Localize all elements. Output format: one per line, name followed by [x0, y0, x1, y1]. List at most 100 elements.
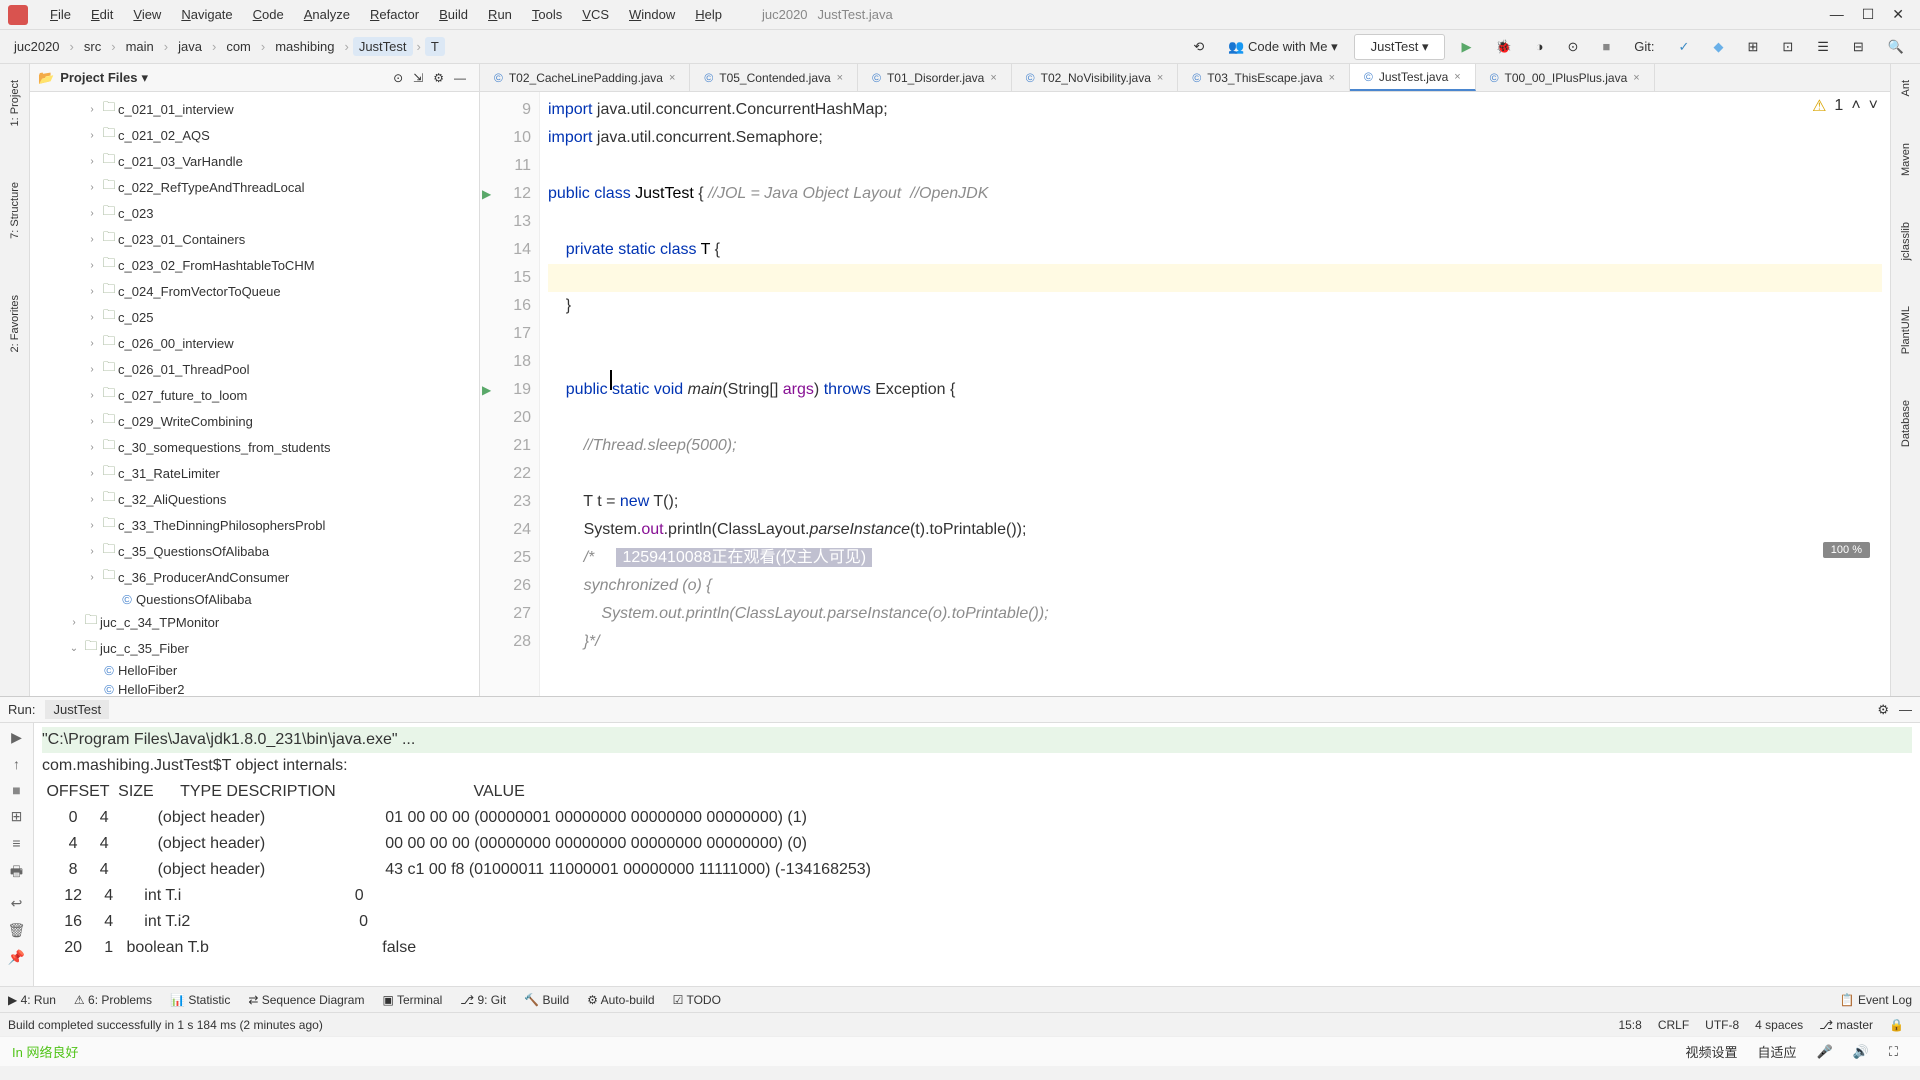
code-line[interactable]: T t = new T(); [548, 488, 1882, 516]
line-number[interactable]: 16 [484, 292, 531, 320]
tab-eventlog[interactable]: 📋 Event Log [1840, 993, 1912, 1007]
editor-tab[interactable]: ©T02_CacheLinePadding.java× [480, 64, 690, 91]
tab-git[interactable]: ⎇ 9: Git [460, 993, 506, 1007]
tab-sequence[interactable]: ⇄ Sequence Diagram [248, 993, 364, 1007]
right-tab-plantuml[interactable]: PlantUML [1898, 298, 1914, 362]
line-number[interactable]: 19▶ [484, 376, 531, 404]
chevron-icon[interactable]: › [84, 572, 100, 583]
chevron-icon[interactable]: › [84, 520, 100, 531]
search-icon[interactable]: 🔍 [1880, 35, 1912, 59]
tree-file[interactable]: ©HelloFiber2 [30, 680, 479, 696]
code-line[interactable] [548, 264, 1882, 292]
left-tab-project[interactable]: 1: Project [7, 72, 23, 134]
code-line[interactable]: synchronized (o) { [548, 572, 1882, 600]
close-tab-icon[interactable]: × [1329, 72, 1335, 84]
left-tab-structure[interactable]: 7: Structure [7, 174, 23, 247]
minimize-icon[interactable]: — [1830, 6, 1844, 23]
print-icon[interactable]: 🖶 [10, 861, 23, 885]
debug-button[interactable]: 🐞 [1487, 35, 1519, 59]
editor-tab[interactable]: ©JustTest.java× [1350, 64, 1476, 91]
line-number[interactable]: 12▶ [484, 180, 531, 208]
editor-tab[interactable]: ©T03_ThisEscape.java× [1178, 64, 1350, 91]
chevron-icon[interactable]: › [84, 208, 100, 219]
code-line[interactable]: System.out.println(ClassLayout.parseInst… [548, 600, 1882, 628]
expand-icon[interactable]: ⇲ [408, 69, 428, 87]
tb-icon-4[interactable]: ⊟ [1845, 35, 1872, 59]
close-tab-icon[interactable]: × [669, 72, 675, 84]
tab-autobuild[interactable]: ⚙ Auto-build [587, 993, 654, 1007]
line-number[interactable]: 9 [484, 96, 531, 124]
chevron-icon[interactable]: › [84, 156, 100, 167]
tree-folder[interactable]: ›🗀c_022_RefTypeAndThreadLocal [30, 174, 479, 200]
run-hide-icon[interactable]: — [1899, 702, 1912, 717]
breadcrumb-item[interactable]: juc2020 [8, 37, 66, 56]
tree-folder[interactable]: ›🗀c_35_QuestionsOfAlibaba [30, 538, 479, 564]
tree-folder[interactable]: ›🗀c_021_03_VarHandle [30, 148, 479, 174]
gutter-run-icon[interactable]: ▶ [482, 376, 491, 404]
line-number[interactable]: 24 [484, 516, 531, 544]
menu-run[interactable]: Run [478, 3, 522, 26]
right-tab-database[interactable]: Database [1898, 392, 1914, 455]
tree-folder[interactable]: ›🗀c_31_RateLimiter [30, 460, 479, 486]
project-scope-label[interactable]: Project Files [60, 70, 137, 85]
chevron-icon[interactable]: ⌄ [66, 643, 82, 654]
tree-folder[interactable]: ›🗀c_30_somequestions_from_students [30, 434, 479, 460]
editor-tab[interactable]: ©T02_NoVisibility.java× [1012, 64, 1179, 91]
line-number[interactable]: 23 [484, 488, 531, 516]
breadcrumb-item[interactable]: JustTest [353, 37, 413, 56]
editor-tab[interactable]: ©T05_Contended.java× [690, 64, 858, 91]
line-separator[interactable]: CRLF [1650, 1018, 1697, 1032]
layout-icon[interactable]: ⊞ [11, 808, 23, 825]
chevron-icon[interactable]: › [84, 390, 100, 401]
line-number[interactable]: 13 [484, 208, 531, 236]
tree-folder[interactable]: ›🗀c_025 [30, 304, 479, 330]
git-update-icon[interactable]: ✓ [1671, 35, 1698, 59]
inspection-widget[interactable]: ⚠1 ˄ ˅ [1812, 96, 1878, 116]
editor-tab[interactable]: ©T00_00_IPlusPlus.java× [1476, 64, 1655, 91]
filter-icon[interactable]: ≡ [12, 835, 20, 851]
tb-icon-3[interactable]: ☰ [1809, 35, 1837, 59]
run-config-selector[interactable]: JustTest ▾ [1354, 34, 1446, 60]
speaker-icon[interactable]: 🔊 [1843, 1044, 1879, 1060]
run-config-tab[interactable]: JustTest [45, 700, 109, 719]
tree-folder[interactable]: ›🗀c_023_01_Containers [30, 226, 479, 252]
menu-vcs[interactable]: VCS [572, 3, 619, 26]
menu-build[interactable]: Build [429, 3, 478, 26]
breadcrumb-item[interactable]: java [172, 37, 208, 56]
menu-analyze[interactable]: Analyze [294, 3, 360, 26]
run-button[interactable]: ▶ [1453, 35, 1479, 59]
tree-folder[interactable]: ›🗀c_33_TheDinningPhilosophersProbl [30, 512, 479, 538]
chevron-icon[interactable]: › [84, 416, 100, 427]
tree-folder[interactable]: ›🗀c_36_ProducerAndConsumer [30, 564, 479, 590]
code-line[interactable] [548, 320, 1882, 348]
line-number[interactable]: 20 [484, 404, 531, 432]
maximize-icon[interactable]: ☐ [1862, 6, 1875, 23]
tree-folder[interactable]: ›🗀c_32_AliQuestions [30, 486, 479, 512]
menu-help[interactable]: Help [685, 3, 732, 26]
chevron-icon[interactable]: › [84, 468, 100, 479]
code-line[interactable]: public class JustTest { //JOL = Java Obj… [548, 180, 1882, 208]
line-number[interactable]: 10 [484, 124, 531, 152]
wrap-icon[interactable]: ↩ [11, 895, 23, 912]
line-number[interactable]: 22 [484, 460, 531, 488]
code-lines[interactable]: import java.util.concurrent.ConcurrentHa… [540, 92, 1890, 696]
menu-code[interactable]: Code [243, 3, 294, 26]
breadcrumb-item[interactable]: T [425, 37, 445, 56]
menu-refactor[interactable]: Refactor [360, 3, 429, 26]
stop-run-button[interactable]: ■ [12, 782, 20, 798]
code-line[interactable]: import java.util.concurrent.ConcurrentHa… [548, 96, 1882, 124]
tree-folder[interactable]: ›🗀c_023 [30, 200, 479, 226]
close-tab-icon[interactable]: × [1633, 72, 1639, 84]
chevron-up-icon[interactable]: ˄ [1851, 97, 1860, 115]
close-tab-icon[interactable]: × [1157, 72, 1163, 84]
rerun-button[interactable]: ▶ [11, 729, 22, 746]
tab-build[interactable]: 🔨 Build [524, 993, 569, 1007]
mic-icon[interactable]: 🎤 [1807, 1044, 1843, 1060]
caret-position[interactable]: 15:8 [1610, 1018, 1649, 1032]
tb-icon-1[interactable]: ⊞ [1739, 35, 1766, 59]
scope-dropdown-icon[interactable]: ▾ [142, 70, 149, 86]
settings-icon[interactable]: ⚙ [428, 69, 449, 87]
file-encoding[interactable]: UTF-8 [1697, 1018, 1747, 1032]
up-icon[interactable]: ↑ [13, 756, 20, 772]
chevron-icon[interactable]: › [84, 494, 100, 505]
